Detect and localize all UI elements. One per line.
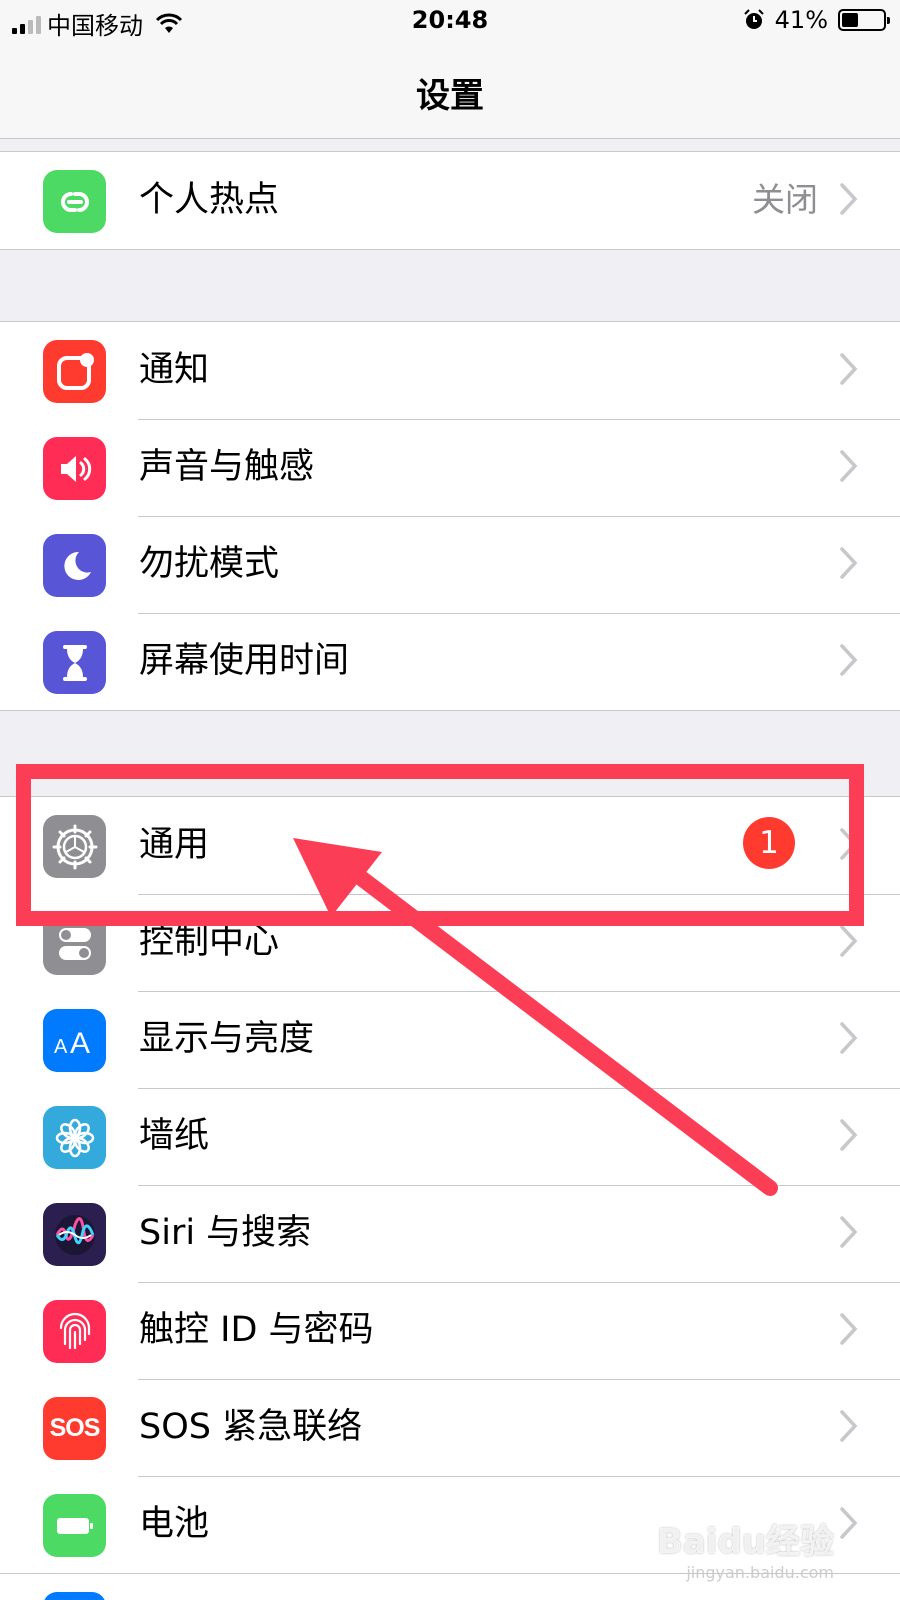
status-bar: 中国移动 20:48 41% [0,0,900,44]
chevron-right-icon [840,1119,858,1151]
settings-row-label: 控制中心 [139,922,280,962]
chevron-right-icon [840,183,858,215]
settings-row-next-partial[interactable] [0,1574,900,1600]
battery-indicator-icon [838,9,890,31]
settings-row-label: 通用 [139,825,210,865]
settings-row-do-not-disturb[interactable]: 勿扰模式 [0,516,900,613]
update-badge: 1 [743,817,795,869]
chevron-right-icon [840,644,858,676]
chevron-right-icon [840,547,858,579]
settings-row-touch-id-passcode[interactable]: 触控 ID 与密码 [0,1282,900,1379]
settings-row-label: 通知 [139,350,210,390]
settings-row-control-center[interactable]: 控制中心 [0,894,900,991]
chevron-right-icon [840,1410,858,1442]
moon-icon [43,534,106,597]
settings-row-label: 触控 ID 与密码 [139,1310,374,1350]
chevron-right-icon [840,1216,858,1248]
hourglass-icon [43,631,106,694]
settings-row-label: 声音与触感 [139,447,315,487]
settings-row-general[interactable]: 通用 1 [0,797,900,894]
settings-row-personal-hotspot[interactable]: 个人热点 关闭 [0,152,900,249]
settings-row-label: 屏幕使用时间 [139,641,350,681]
battery-percent: 41% [774,6,828,34]
settings-group-network: 个人热点 关闭 [0,151,900,250]
chevron-right-icon [840,450,858,482]
fingerprint-icon [43,1300,106,1363]
privacy-icon [43,1592,106,1600]
settings-row-siri-search[interactable]: Siri 与搜索 [0,1185,900,1282]
settings-row-label: 个人热点 [139,180,280,220]
settings-row-notifications[interactable]: 通知 [0,322,900,419]
gear-icon [43,815,106,878]
settings-group-general: 通用 1 控制中心 AA 显示与亮度 墙纸 Siri 与搜索 触控 ID 与密码… [0,796,900,1574]
navigation-bar: 设置 [0,44,900,139]
settings-row-label: 电池 [139,1504,210,1544]
svg-text:A: A [70,1027,90,1060]
settings-row-value: 关闭 [752,180,818,219]
notifications-icon [43,340,106,403]
battery-fill [842,13,858,27]
sos-icon: SOS [43,1397,106,1460]
personal-hotspot-icon [43,170,106,233]
toggles-icon [43,912,106,975]
text-size-icon: AA [43,1009,106,1072]
settings-row-wallpaper[interactable]: 墙纸 [0,1088,900,1185]
settings-row-emergency-sos[interactable]: SOS SOS 紧急联络 [0,1379,900,1476]
battery-icon [43,1494,106,1557]
sound-icon [43,437,106,500]
chevron-right-icon [840,1313,858,1345]
status-right: 41% [743,6,890,34]
page-title: 设置 [416,76,484,116]
settings-group-notifications: 通知 声音与触感 勿扰模式 屏幕使用时间 [0,321,900,711]
svg-text:A: A [54,1036,68,1058]
settings-row-screen-time[interactable]: 屏幕使用时间 [0,613,900,710]
sos-icon-text: SOS [49,1414,101,1442]
chevron-right-icon [840,1022,858,1054]
settings-row-label: Siri 与搜索 [139,1213,312,1253]
settings-row-label: SOS 紧急联络 [139,1407,363,1447]
alarm-icon [743,9,764,29]
flower-icon [43,1106,106,1169]
chevron-right-icon [840,925,858,957]
settings-row-sounds[interactable]: 声音与触感 [0,419,900,516]
settings-row-label: 显示与亮度 [139,1019,315,1059]
chevron-right-icon [840,1507,858,1539]
siri-icon [43,1203,106,1266]
settings-row-display-brightness[interactable]: AA 显示与亮度 [0,991,900,1088]
settings-row-label: 墙纸 [139,1116,210,1156]
chevron-right-icon [840,828,858,860]
settings-row-battery[interactable]: 电池 [0,1476,900,1573]
settings-row-label: 勿扰模式 [139,544,280,584]
chevron-right-icon [840,353,858,385]
